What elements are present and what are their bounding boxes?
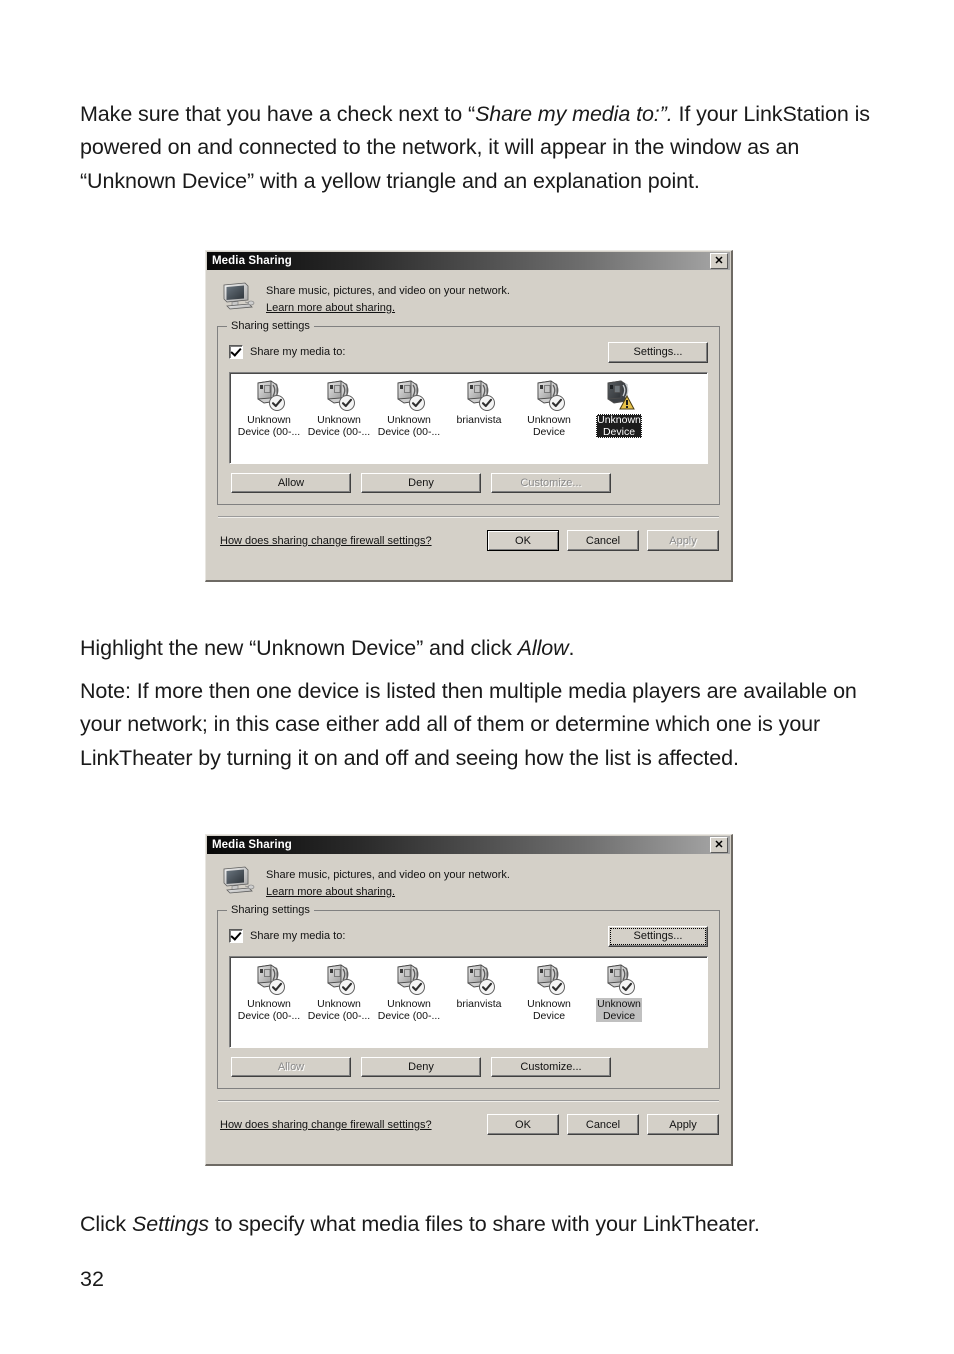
device-label: brianvista (456, 998, 502, 1010)
dialog-title: Media Sharing (212, 839, 292, 851)
cancel-button[interactable]: Cancel (567, 1114, 639, 1135)
close-icon[interactable]: ✕ (710, 253, 728, 269)
deny-button[interactable]: Deny (361, 1057, 481, 1077)
device-label: brianvista (456, 414, 502, 426)
share-my-media-checkbox[interactable] (229, 929, 243, 943)
learn-more-link[interactable]: Learn more about sharing. (266, 886, 510, 898)
dialog-description: Share music, pictures, and video on your… (266, 869, 510, 881)
device-label: Unknown Device (00-... (307, 414, 371, 438)
settings-button[interactable]: Settings... (608, 925, 708, 947)
close-icon[interactable]: ✕ (710, 837, 728, 853)
intro-text-italic: Share my media to:”. (475, 101, 673, 126)
firewall-settings-link[interactable]: How does sharing change firewall setting… (220, 535, 487, 547)
firewall-settings-link[interactable]: How does sharing change firewall setting… (220, 1119, 487, 1131)
device-item[interactable]: Unknown Device (514, 963, 584, 1022)
device-item[interactable]: Unknown Device (00-... (304, 379, 374, 438)
computer-monitor-icon (222, 866, 256, 896)
device-warning-icon (603, 379, 635, 411)
device-label: Unknown Device (596, 998, 642, 1022)
customize-button: Customize... (491, 473, 611, 493)
device-item[interactable]: Unknown Device (00-... (374, 963, 444, 1022)
paragraph-click-settings: Click Settings to specify what media fil… (80, 1208, 870, 1242)
highlight-text-b: . (568, 635, 575, 660)
sharing-settings-legend: Sharing settings (227, 904, 314, 916)
device-label: Unknown Device (00-... (377, 998, 441, 1022)
highlight-text-italic: Allow (517, 635, 569, 660)
allow-button: Allow (231, 1057, 351, 1077)
settings-button[interactable]: Settings... (608, 341, 708, 363)
share-my-media-label: Share my media to: (250, 930, 346, 942)
ok-button[interactable]: OK (487, 1114, 559, 1135)
device-label: Unknown Device (00-... (237, 414, 301, 438)
device-allowed-icon (603, 963, 635, 995)
sharing-settings-group: Sharing settings Share my media to: Sett… (217, 320, 720, 505)
dialog-header: Share music, pictures, and video on your… (216, 863, 721, 906)
cancel-button[interactable]: Cancel (567, 530, 639, 551)
device-item[interactable]: Unknown Device (00-... (234, 963, 304, 1022)
device-allowed-icon (323, 379, 355, 411)
apply-button[interactable]: Apply (647, 1114, 719, 1135)
device-allowed-icon (393, 963, 425, 995)
device-allowed-icon (323, 963, 355, 995)
learn-more-link[interactable]: Learn more about sharing. (266, 302, 510, 314)
deny-button[interactable]: Deny (361, 473, 481, 493)
device-list[interactable]: Unknown Device (00-... Unknown Device (0… (229, 956, 708, 1048)
customize-button[interactable]: Customize... (491, 1057, 611, 1077)
device-allowed-icon (253, 379, 285, 411)
dialog-footer-buttons: OK Cancel Apply (487, 530, 719, 551)
paragraph-highlight: Highlight the new “Unknown Device” and c… (80, 632, 870, 666)
click-text-italic: Settings (131, 1211, 209, 1236)
dialog-header: Share music, pictures, and video on your… (216, 279, 721, 322)
device-item[interactable]: Unknown Device (00-... (374, 379, 444, 438)
paragraph-note: Note: If more then one device is listed … (80, 678, 857, 770)
device-item[interactable]: Unknown Device (584, 379, 654, 438)
device-action-buttons: Allow Deny Customize... (229, 473, 708, 493)
device-label: Unknown Device (527, 998, 571, 1022)
dialog-titlebar[interactable]: Media Sharing ✕ (207, 252, 730, 270)
device-allowed-icon (533, 379, 565, 411)
click-text-a: Click (80, 1211, 132, 1236)
media-sharing-dialog-before-allow: Media Sharing ✕ Share music, pictures, a… (205, 250, 733, 582)
device-allowed-icon (463, 963, 495, 995)
share-my-media-label: Share my media to: (250, 346, 346, 358)
device-label: Unknown Device (00-... (377, 414, 441, 438)
device-label: Unknown Device (527, 414, 571, 438)
media-sharing-dialog-after-allow: Media Sharing ✕ Share music, pictures, a… (205, 834, 733, 1166)
device-label: Unknown Device (00-... (307, 998, 371, 1022)
device-label: Unknown Device (00-... (237, 998, 301, 1022)
dialog-footer-buttons: OK Cancel Apply (487, 1114, 719, 1135)
ok-button[interactable]: OK (487, 530, 559, 551)
share-my-media-checkbox[interactable] (229, 345, 243, 359)
device-list[interactable]: Unknown Device (00-... Unknown Device (0… (229, 372, 708, 464)
device-label: Unknown Device (596, 414, 642, 438)
dialog-title: Media Sharing (212, 255, 292, 267)
intro-text-a: Make sure that you have a check next to … (80, 101, 476, 126)
device-allowed-icon (253, 963, 285, 995)
device-action-buttons: Allow Deny Customize... (229, 1057, 708, 1077)
device-item[interactable]: Unknown Device (00-... (234, 379, 304, 438)
click-text-b: to specify what media files to share wit… (208, 1211, 760, 1236)
highlight-text-a: Highlight the new “Unknown Device” and c… (80, 635, 518, 660)
device-item[interactable]: Unknown Device (584, 963, 654, 1022)
dialog-titlebar[interactable]: Media Sharing ✕ (207, 836, 730, 854)
sharing-settings-legend: Sharing settings (227, 320, 314, 332)
computer-monitor-icon (222, 282, 256, 312)
allow-button[interactable]: Allow (231, 473, 351, 493)
paragraph-intro: Make sure that you have a check next to … (80, 98, 870, 199)
device-item[interactable]: Unknown Device (514, 379, 584, 438)
device-allowed-icon (463, 379, 495, 411)
device-allowed-icon (533, 963, 565, 995)
page-number: 32 (80, 1267, 104, 1291)
device-item[interactable]: brianvista (444, 379, 514, 426)
device-allowed-icon (393, 379, 425, 411)
sharing-settings-group: Sharing settings Share my media to: Sett… (217, 904, 720, 1089)
apply-button: Apply (647, 530, 719, 551)
device-item[interactable]: Unknown Device (00-... (304, 963, 374, 1022)
dialog-description: Share music, pictures, and video on your… (266, 285, 510, 297)
device-item[interactable]: brianvista (444, 963, 514, 1010)
